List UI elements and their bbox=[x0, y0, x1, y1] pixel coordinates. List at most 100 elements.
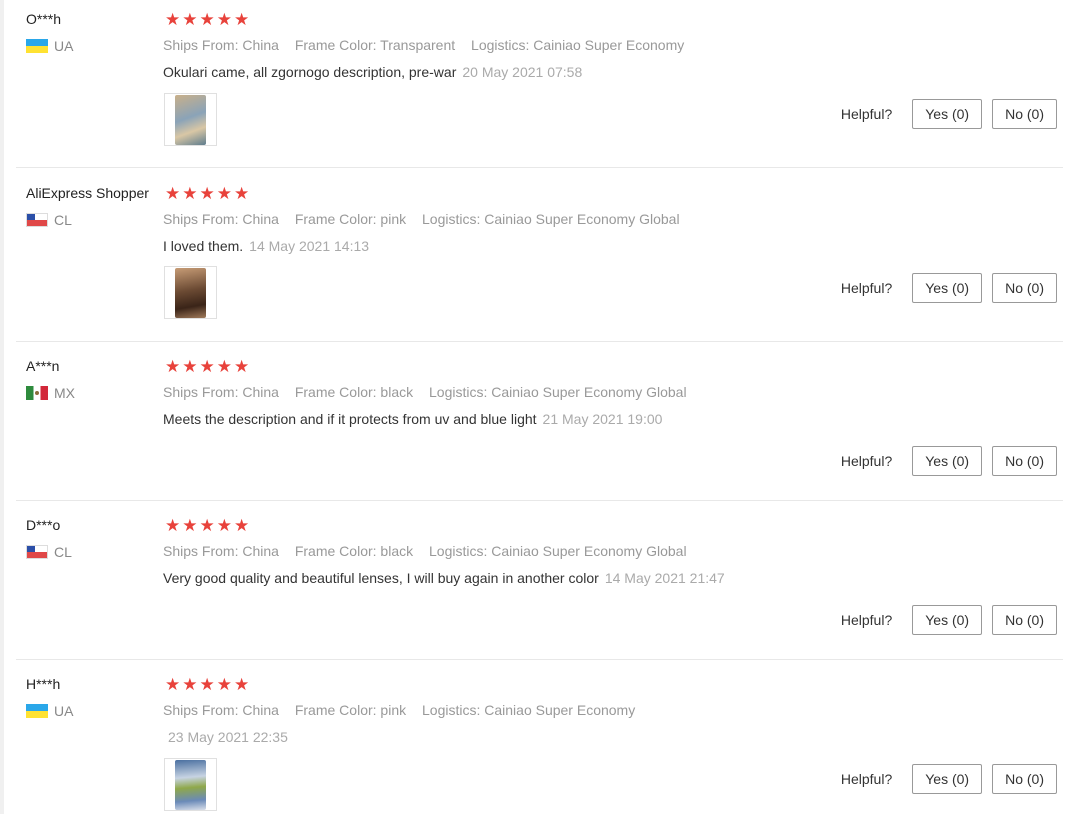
review-date: 14 May 2021 21:47 bbox=[604, 570, 725, 586]
review-date: 23 May 2021 22:35 bbox=[168, 729, 288, 745]
review-photo[interactable] bbox=[164, 93, 217, 146]
star-icon: ★ bbox=[182, 675, 198, 695]
helpful-vote: Helpful? Yes (0) No (0) bbox=[841, 99, 1057, 129]
review-date: 21 May 2021 19:00 bbox=[542, 411, 663, 427]
helpful-vote: Helpful? Yes (0) No (0) bbox=[841, 446, 1057, 476]
review-text: I loved them. 14 May 2021 14:13 bbox=[163, 238, 369, 254]
helpful-no-button[interactable]: No (0) bbox=[992, 99, 1057, 129]
star-icon: ★ bbox=[182, 516, 198, 536]
ships-from-value: China bbox=[242, 37, 279, 53]
ukraine-flag-icon bbox=[26, 39, 48, 53]
country-code: CL bbox=[54, 212, 72, 228]
country-code: UA bbox=[54, 703, 74, 719]
review-content: Meets the description and if it protects… bbox=[163, 411, 537, 427]
star-icon: ★ bbox=[199, 184, 215, 204]
star-icon: ★ bbox=[199, 516, 215, 536]
reviewer-country: CL bbox=[26, 212, 72, 228]
review-photo[interactable] bbox=[164, 266, 217, 319]
review-text: Meets the description and if it protects… bbox=[163, 411, 662, 427]
reviewer-country: CL bbox=[26, 544, 72, 560]
star-icon: ★ bbox=[165, 675, 181, 695]
ships-from-label: Ships From: bbox=[163, 543, 239, 559]
frame-color-value: black bbox=[380, 384, 414, 400]
review-item: A***n MX ★ ★ ★ ★ ★ Ships From: China Frame C… bbox=[16, 347, 1063, 501]
frame-color-label: Frame Color: bbox=[294, 543, 377, 559]
helpful-no-button[interactable]: No (0) bbox=[992, 446, 1057, 476]
helpful-vote: Helpful? Yes (0) No (0) bbox=[841, 605, 1057, 635]
helpful-yes-button[interactable]: Yes (0) bbox=[912, 446, 983, 476]
star-icon: ★ bbox=[165, 516, 181, 536]
frame-color-value: black bbox=[380, 543, 414, 559]
ships-from-value: China bbox=[242, 702, 279, 718]
country-code: UA bbox=[54, 38, 74, 54]
logistics-value: Cainiao Super Economy Global bbox=[484, 211, 680, 227]
reviewer-country: MX bbox=[26, 385, 75, 401]
helpful-no-button[interactable]: No (0) bbox=[992, 764, 1057, 794]
star-rating: ★ ★ ★ ★ ★ bbox=[165, 676, 249, 694]
star-icon: ★ bbox=[216, 184, 232, 204]
order-info: Ships From: China Frame Color: black Log… bbox=[163, 384, 699, 400]
reviewer-name: A***n bbox=[26, 358, 60, 374]
star-icon: ★ bbox=[165, 357, 181, 377]
photo-image bbox=[175, 268, 206, 318]
left-border bbox=[0, 0, 4, 814]
ships-from-value: China bbox=[242, 543, 279, 559]
ships-from-label: Ships From: bbox=[163, 384, 239, 400]
helpful-yes-button[interactable]: Yes (0) bbox=[912, 273, 983, 303]
order-info: Ships From: China Frame Color: black Log… bbox=[163, 543, 699, 559]
review-date: 14 May 2021 14:13 bbox=[249, 238, 370, 254]
reviewer-name: D***o bbox=[26, 517, 61, 533]
star-icon: ★ bbox=[216, 357, 232, 377]
star-icon: ★ bbox=[234, 10, 250, 30]
helpful-no-button[interactable]: No (0) bbox=[992, 605, 1057, 635]
order-info: Ships From: China Frame Color: pink Logi… bbox=[163, 702, 647, 718]
star-icon: ★ bbox=[199, 357, 215, 377]
helpful-vote: Helpful? Yes (0) No (0) bbox=[841, 764, 1057, 794]
frame-color-value: pink bbox=[380, 211, 407, 227]
helpful-label: Helpful? bbox=[840, 280, 893, 296]
review-item: O***h UA ★ ★ ★ ★ ★ Ships From: China Frame C… bbox=[16, 0, 1063, 168]
review-content: Okulari came, all zgornogo description, … bbox=[163, 64, 457, 80]
mexico-flag-icon bbox=[26, 386, 48, 400]
country-code: CL bbox=[54, 544, 72, 560]
helpful-yes-button[interactable]: Yes (0) bbox=[912, 99, 983, 129]
helpful-label: Helpful? bbox=[840, 771, 893, 787]
frame-color-label: Frame Color: bbox=[294, 384, 377, 400]
reviewer-name: AliExpress Shopper bbox=[26, 185, 149, 201]
review-item: D***o CL ★ ★ ★ ★ ★ Ships From: China Frame C… bbox=[16, 506, 1063, 660]
star-rating: ★ ★ ★ ★ ★ bbox=[165, 358, 249, 376]
star-icon: ★ bbox=[182, 10, 198, 30]
frame-color-label: Frame Color: bbox=[294, 211, 377, 227]
star-rating: ★ ★ ★ ★ ★ bbox=[165, 185, 249, 203]
ships-from-label: Ships From: bbox=[163, 702, 239, 718]
star-icon: ★ bbox=[199, 10, 215, 30]
ships-from-value: China bbox=[242, 211, 279, 227]
chile-flag-icon bbox=[26, 213, 48, 227]
star-icon: ★ bbox=[234, 184, 250, 204]
logistics-label: Logistics: bbox=[429, 543, 488, 559]
helpful-vote: Helpful? Yes (0) No (0) bbox=[841, 273, 1057, 303]
star-icon: ★ bbox=[216, 10, 232, 30]
reviewer-country: UA bbox=[26, 703, 73, 719]
logistics-label: Logistics: bbox=[422, 702, 481, 718]
helpful-yes-button[interactable]: Yes (0) bbox=[912, 605, 983, 635]
country-code: MX bbox=[54, 385, 75, 401]
helpful-no-button[interactable]: No (0) bbox=[992, 273, 1057, 303]
star-icon: ★ bbox=[216, 516, 232, 536]
logistics-value: Cainiao Super Economy Global bbox=[491, 543, 687, 559]
ships-from-label: Ships From: bbox=[163, 211, 239, 227]
star-icon: ★ bbox=[165, 10, 181, 30]
logistics-label: Logistics: bbox=[471, 37, 530, 53]
review-text: Very good quality and beautiful lenses, … bbox=[163, 570, 725, 586]
review-content: Very good quality and beautiful lenses, … bbox=[163, 570, 599, 586]
ships-from-value: China bbox=[242, 384, 279, 400]
helpful-yes-button[interactable]: Yes (0) bbox=[912, 764, 983, 794]
review-photo[interactable] bbox=[164, 758, 217, 811]
reviewer-country: UA bbox=[26, 38, 73, 54]
star-icon: ★ bbox=[234, 516, 250, 536]
logistics-value: Cainiao Super Economy Global bbox=[491, 384, 687, 400]
helpful-label: Helpful? bbox=[840, 453, 893, 469]
star-rating: ★ ★ ★ ★ ★ bbox=[165, 11, 249, 29]
frame-color-value: Transparent bbox=[380, 37, 456, 53]
frame-color-label: Frame Color: bbox=[294, 37, 377, 53]
